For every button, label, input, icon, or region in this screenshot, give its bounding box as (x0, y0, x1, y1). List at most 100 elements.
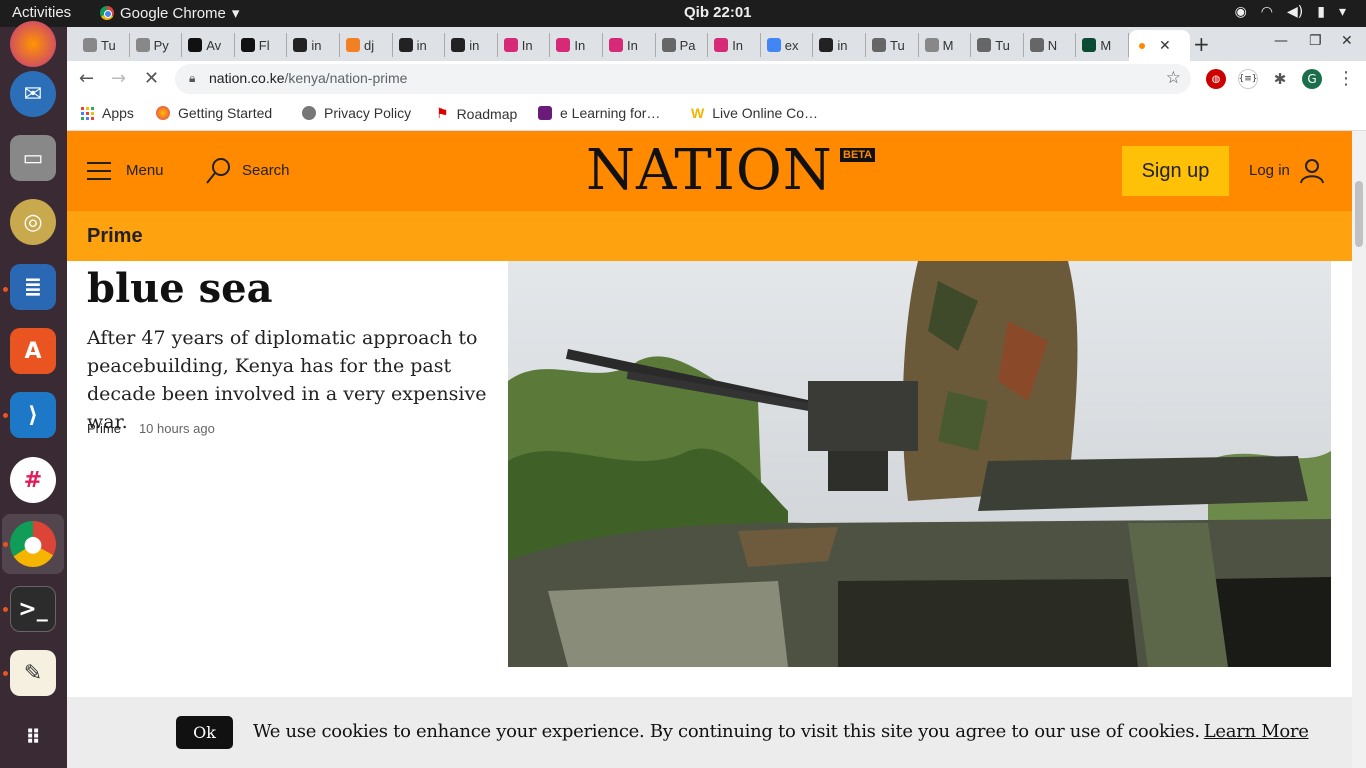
tab-favicon-icon (398, 38, 413, 52)
hamburger-icon[interactable] (87, 162, 111, 186)
close-icon[interactable]: ✕ (1159, 37, 1171, 54)
running-indicator (3, 542, 8, 547)
rhythmbox-icon[interactable]: ◎ (10, 199, 56, 245)
chrome-dock-icon[interactable]: ● (10, 521, 56, 567)
chevron-down-icon: ▾ (231, 5, 240, 22)
tab-favicon-icon (1029, 38, 1044, 52)
system-tray[interactable]: ◉ ◠ ◀) ▮ ▾ (1235, 4, 1346, 20)
tab[interactable]: in (287, 33, 340, 57)
tab-favicon-icon (661, 38, 676, 52)
site-header: Menu Search NATION BETA Sign up Log in (67, 131, 1352, 211)
stop-button[interactable]: ✕ (144, 68, 159, 89)
tab[interactable]: Tu (866, 33, 919, 57)
running-indicator (3, 671, 8, 676)
tab-label: Tu (995, 37, 1010, 53)
writer-icon[interactable]: ≣ (10, 264, 56, 310)
tab-favicon-icon (766, 38, 781, 52)
maximize-button[interactable]: ❐ (1309, 33, 1322, 49)
tab-favicon-icon (240, 38, 255, 52)
search-icon[interactable] (205, 157, 231, 185)
menu-button[interactable]: Menu (126, 162, 164, 179)
tab[interactable]: in (445, 33, 498, 57)
tab[interactable]: In (498, 33, 551, 57)
tab[interactable]: In (603, 33, 656, 57)
tab[interactable]: dj (340, 33, 393, 57)
page-scrollbar[interactable] (1352, 131, 1366, 768)
vscode-icon[interactable]: ⟩ (10, 392, 56, 438)
tab-label: Pa (679, 37, 696, 53)
bookmark-live-online[interactable]: W Live Online Co… (691, 105, 818, 121)
back-button[interactable]: ← (79, 68, 94, 89)
bookmark-label: Roadmap (456, 105, 518, 122)
tab[interactable]: ex (761, 33, 814, 57)
bookmark-star-icon[interactable]: ☆ (1166, 68, 1181, 88)
web-page: Menu Search NATION BETA Sign up Log in P… (67, 131, 1352, 768)
signup-button[interactable]: Sign up (1122, 146, 1229, 196)
tab[interactable]: In (550, 33, 603, 57)
bookmark-privacy-policy[interactable]: Privacy Policy (302, 105, 411, 121)
activities-button[interactable]: Activities (12, 4, 71, 21)
bookmark-apps[interactable]: Apps (81, 105, 134, 121)
bookmark-getting-started[interactable]: Getting Started (156, 105, 272, 121)
tab-favicon-icon (188, 38, 203, 52)
tab[interactable]: M (1076, 33, 1129, 57)
minimize-button[interactable]: — (1274, 33, 1288, 49)
article-headline[interactable]: blue sea (87, 265, 273, 312)
tab[interactable]: Fl (235, 33, 288, 57)
tab[interactable]: M (919, 33, 972, 57)
more-menu-icon[interactable]: ⋮ (1337, 68, 1355, 89)
extension-icon[interactable]: ◍ (1206, 69, 1226, 89)
puzzle-icon[interactable]: ✱ (1270, 69, 1290, 89)
browser-toolbar: ← → ✕ 🔒︎ nation.co.ke/kenya/nation-prime… (67, 61, 1366, 97)
app-menu[interactable]: Google Chrome ▾ (100, 4, 239, 22)
article-summary: After 47 years of diplomatic approach to… (87, 327, 487, 433)
tab-active[interactable]: ✕ (1129, 30, 1190, 61)
files-icon[interactable]: ▭ (10, 135, 56, 181)
login-link[interactable]: Log in (1249, 162, 1290, 179)
text-editor-icon[interactable]: ✎ (10, 650, 56, 696)
article-photo[interactable] (508, 261, 1331, 667)
thunderbird-icon[interactable]: ✉ (10, 71, 56, 117)
tab-favicon-icon (293, 38, 308, 52)
tab-favicon-icon (503, 38, 518, 52)
url-text: nation.co.ke/kenya/nation-prime (209, 70, 408, 86)
search-button[interactable]: Search (242, 162, 290, 179)
clock[interactable]: Qib 22:01 (684, 4, 752, 21)
address-bar[interactable]: 🔒︎ nation.co.ke/kenya/nation-prime ☆ (175, 64, 1191, 94)
learn-more-link[interactable]: Learn More (1204, 721, 1309, 742)
tab-favicon-icon (556, 38, 571, 52)
new-tab-button[interactable]: + (1193, 32, 1210, 56)
forward-button[interactable]: → (111, 68, 126, 89)
tab-label: In (627, 37, 638, 53)
tab[interactable]: Tu (77, 33, 130, 57)
software-center-icon[interactable]: A (10, 328, 56, 374)
article-tag[interactable]: Prime (87, 421, 121, 436)
close-window-button[interactable]: ✕ (1341, 33, 1353, 49)
chevron-down-icon: ▾ (1338, 4, 1346, 20)
site-logo[interactable]: NATION (586, 138, 833, 203)
cookie-message: We use cookies to enhance your experienc… (253, 721, 1309, 742)
tab[interactable]: Tu (971, 33, 1024, 57)
tab[interactable]: Py (130, 33, 183, 57)
tab[interactable]: in (393, 33, 446, 57)
profile-avatar[interactable]: G (1302, 69, 1322, 89)
terminal-icon[interactable]: >_ (10, 586, 56, 632)
tab[interactable]: in (813, 33, 866, 57)
tab-label: ex (784, 37, 799, 53)
scrollbar-thumb[interactable] (1355, 181, 1363, 247)
tab[interactable]: In (708, 33, 761, 57)
firefox-icon[interactable] (10, 21, 56, 67)
show-apps-icon[interactable]: ⠿ (10, 714, 56, 760)
user-icon[interactable] (1299, 158, 1325, 184)
section-title[interactable]: Prime (87, 225, 143, 248)
slack-icon[interactable]: # (10, 457, 56, 503)
cookie-ok-button[interactable]: Ok (176, 716, 233, 749)
bookmark-e-learning[interactable]: e Learning for… (538, 105, 660, 121)
bookmark-label: e Learning for… (560, 105, 661, 121)
tab[interactable]: N (1024, 33, 1077, 57)
tab[interactable]: Av (182, 33, 235, 57)
elearning-icon (538, 106, 552, 120)
tab[interactable]: Pa (656, 33, 709, 57)
json-extension-icon[interactable]: {≡} (1238, 69, 1258, 89)
bookmark-roadmap[interactable]: ⚑ Roadmap (436, 105, 517, 122)
